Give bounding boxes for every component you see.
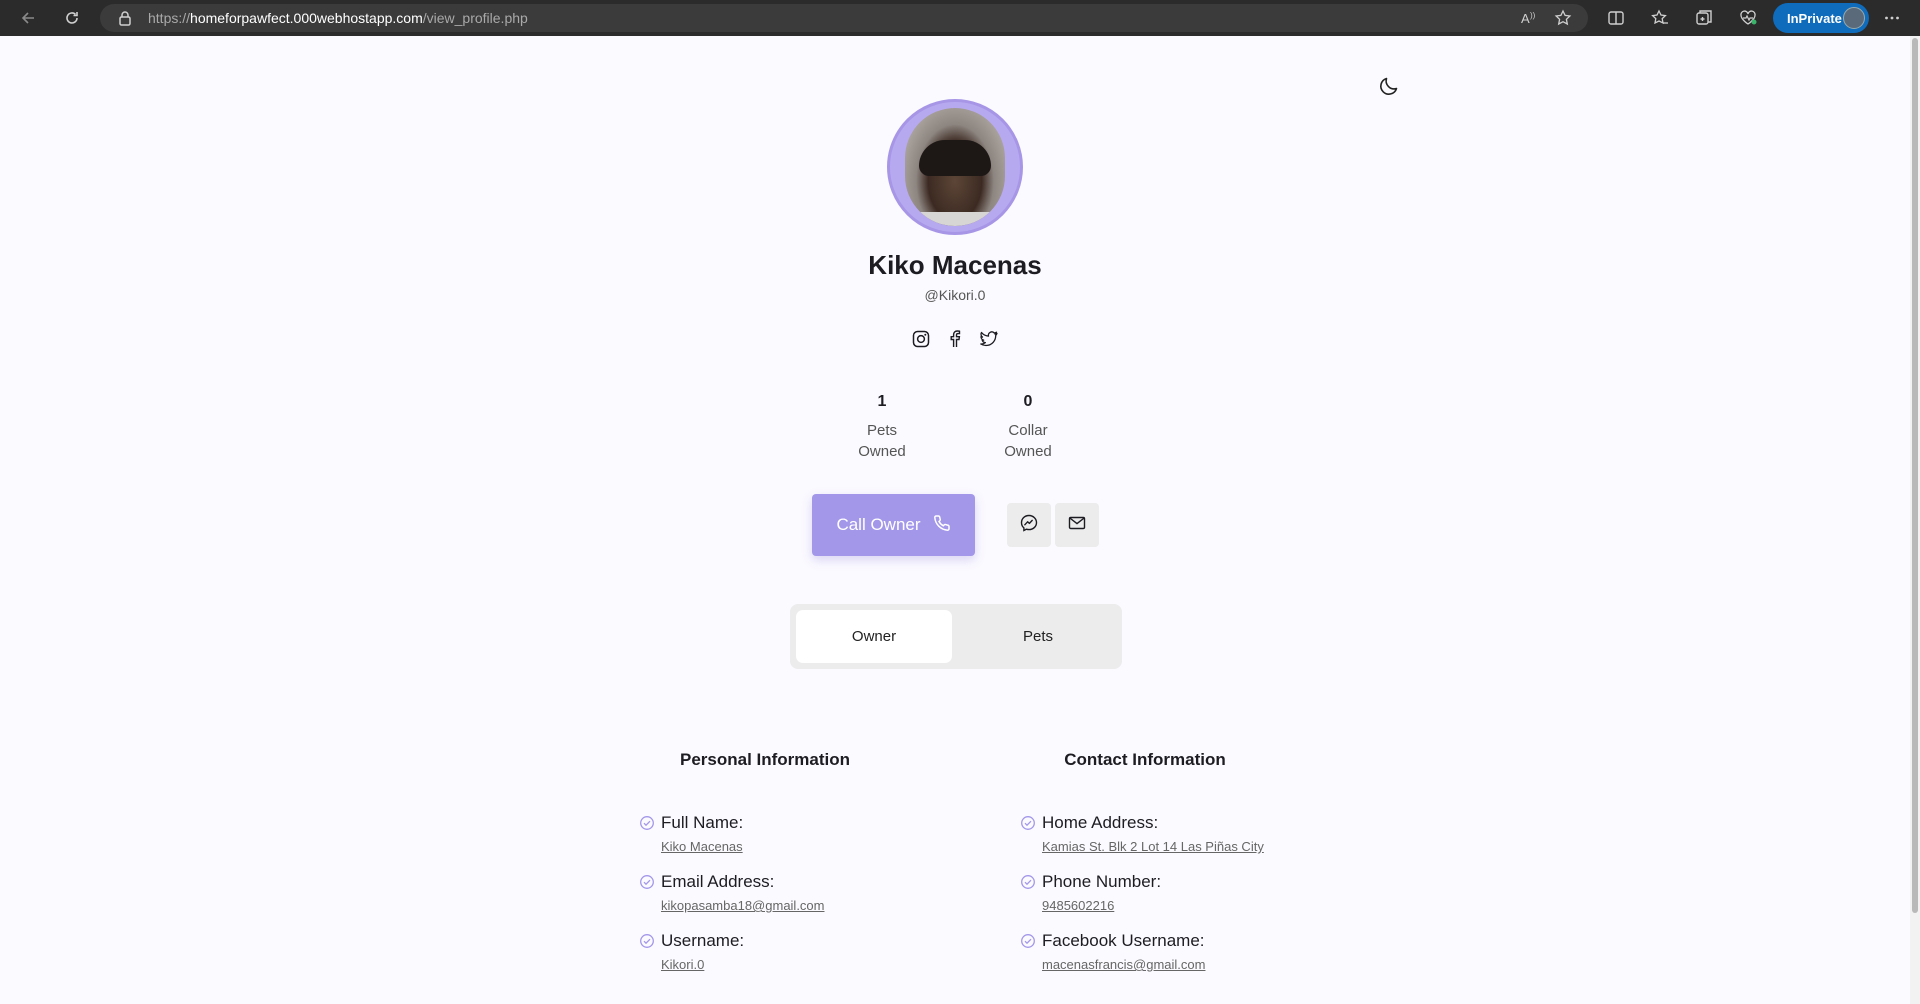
facebook-icon[interactable] [948, 329, 962, 353]
tab-pets[interactable]: Pets [960, 610, 1116, 663]
check-circle-icon [639, 874, 655, 890]
info-username: Username: Kikori.0 [639, 931, 979, 979]
profile-photo [905, 108, 1005, 226]
info-label: Email Address: [661, 872, 775, 891]
browser-toolbar: https://homeforpawfect.000webhostapp.com… [0, 0, 1920, 36]
contact-info-title: Contact Information [1064, 750, 1226, 769]
profile-tabs: Owner Pets [790, 604, 1122, 669]
stat-label: Collar Owned [1004, 422, 1052, 460]
address-bar[interactable]: https://homeforpawfect.000webhostapp.com… [100, 4, 1588, 32]
info-label: Phone Number: [1042, 872, 1162, 891]
call-owner-label: Call Owner [836, 515, 921, 534]
profile-name: Kiko Macenas [868, 250, 1042, 280]
info-value: 9485602216 [1042, 898, 1115, 913]
favorite-star-icon[interactable] [1554, 9, 1572, 32]
dark-mode-moon-icon[interactable] [1377, 74, 1401, 98]
info-facebook-username: Facebook Username: macenasfrancis@gmail.… [1020, 931, 1360, 979]
profile-handle: @Kikori.0 [924, 287, 986, 303]
info-phone-number: Phone Number: 9485602216 [1020, 872, 1360, 920]
back-icon[interactable] [14, 4, 42, 32]
call-owner-button[interactable]: Call Owner [812, 494, 975, 556]
check-circle-icon [1020, 933, 1036, 949]
mail-icon [1068, 514, 1086, 537]
stat-label: Pets Owned [858, 422, 906, 460]
twitter-icon[interactable] [980, 330, 998, 353]
personal-info-title: Personal Information [679, 750, 851, 769]
info-label: Username: [661, 931, 745, 950]
profile-avatar [887, 99, 1023, 235]
info-email-address: Email Address: kikopasamba18@gmail.com [639, 872, 979, 920]
svg-text:A: A [1521, 11, 1530, 26]
read-aloud-icon[interactable]: A)) [1520, 9, 1538, 32]
check-circle-icon [639, 815, 655, 831]
messenger-button[interactable] [1007, 503, 1051, 547]
page-scrollbar[interactable] [1910, 36, 1920, 1004]
instagram-icon[interactable] [912, 330, 930, 353]
stat-collar-owned: 0 Collar Owned [968, 393, 1088, 462]
check-circle-icon [1020, 874, 1036, 890]
profile-avatar-icon [1843, 7, 1865, 29]
stat-value: 0 [1023, 393, 1033, 410]
browser-essentials-icon[interactable] [1734, 4, 1762, 32]
split-screen-icon[interactable] [1602, 4, 1630, 32]
favorites-icon[interactable] [1646, 4, 1674, 32]
info-home-address: Home Address: Kamias St. Blk 2 Lot 14 La… [1020, 813, 1360, 861]
lock-icon [118, 10, 132, 31]
tab-owner[interactable]: Owner [796, 610, 952, 663]
collections-icon[interactable] [1690, 4, 1718, 32]
url-text: https://homeforpawfect.000webhostapp.com… [148, 10, 528, 26]
email-button[interactable] [1055, 503, 1099, 547]
info-value: Kikori.0 [661, 957, 705, 972]
social-links [912, 329, 998, 353]
info-value: macenasfrancis@gmail.com [1042, 957, 1206, 972]
scrollbar-thumb[interactable] [1912, 38, 1918, 913]
info-label: Facebook Username: [1042, 931, 1205, 950]
svg-text:)): )) [1530, 11, 1536, 20]
info-label: Full Name: [661, 813, 744, 832]
phone-icon [933, 514, 951, 537]
inprivate-label: InPrivate [1787, 10, 1842, 26]
refresh-icon[interactable] [58, 4, 86, 32]
inprivate-badge[interactable]: InPrivate [1773, 3, 1869, 33]
more-options-icon[interactable] [1878, 4, 1906, 32]
info-value: kikopasamba18@gmail.com [661, 898, 825, 913]
info-label: Home Address: [1042, 813, 1159, 832]
info-value: Kiko Macenas [661, 839, 743, 854]
info-value: Kamias St. Blk 2 Lot 14 Las Piñas City [1042, 839, 1264, 854]
stat-pets-owned: 1 Pets Owned [822, 393, 942, 462]
info-full-name: Full Name: Kiko Macenas [639, 813, 979, 861]
check-circle-icon [1020, 815, 1036, 831]
stat-value: 1 [877, 393, 887, 410]
check-circle-icon [639, 933, 655, 949]
messenger-icon [1020, 514, 1038, 537]
